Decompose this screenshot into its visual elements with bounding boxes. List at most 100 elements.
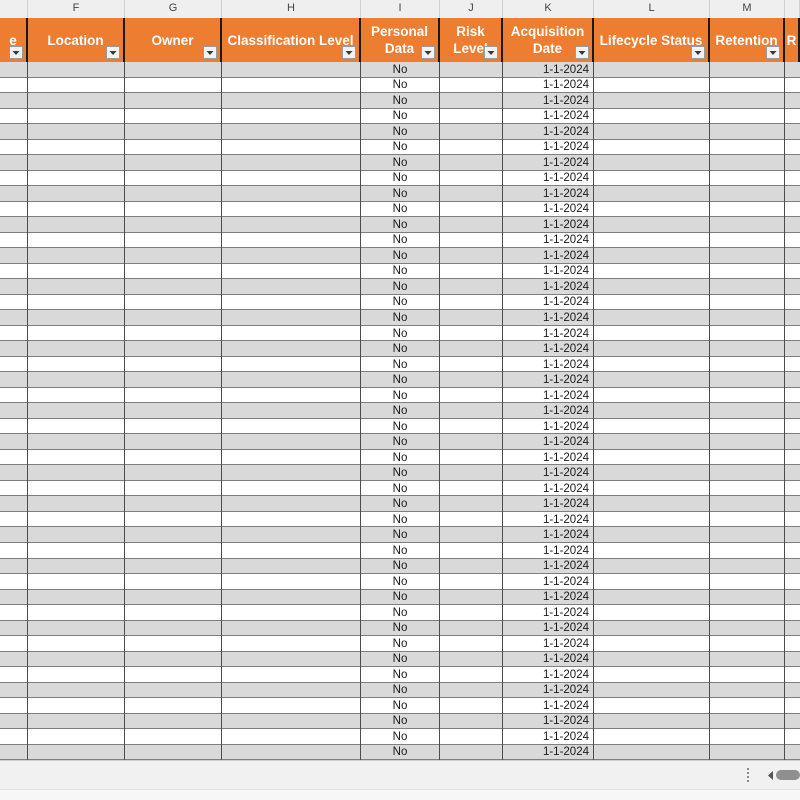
cell-acquisition-date[interactable]: 1-1-2024	[503, 124, 594, 140]
filter-dropdown-icon[interactable]	[575, 46, 589, 59]
cell-owner[interactable]	[125, 387, 222, 404]
cell-risk-level[interactable]	[440, 248, 503, 264]
cell-personal-data[interactable]: No	[361, 139, 440, 156]
horizontal-scrollbar-thumb[interactable]	[776, 770, 800, 780]
cell-risk-level[interactable]	[440, 387, 503, 404]
cell-retention[interactable]	[710, 651, 785, 668]
cell-owner[interactable]	[125, 511, 222, 528]
cell-lifecycle-status[interactable]	[594, 636, 710, 652]
cell-e-partial[interactable]	[0, 201, 28, 218]
table-row[interactable]: No 1-1-2024	[0, 511, 800, 528]
cell-e-partial[interactable]	[0, 449, 28, 466]
cell-lifecycle-status[interactable]	[594, 294, 710, 311]
table-row[interactable]: No 1-1-2024	[0, 403, 800, 419]
cell-acquisition-date[interactable]: 1-1-2024	[503, 294, 594, 311]
cell-r-partial[interactable]	[785, 450, 800, 466]
cell-acquisition-date[interactable]: 1-1-2024	[503, 744, 594, 760]
table-row[interactable]: No 1-1-2024	[0, 170, 800, 187]
cell-retention[interactable]	[710, 341, 785, 357]
cell-lifecycle-status[interactable]	[594, 651, 710, 668]
cell-e-partial[interactable]	[0, 667, 28, 683]
cell-retention[interactable]	[710, 387, 785, 404]
cell-e-partial[interactable]	[0, 217, 28, 233]
cell-acquisition-date[interactable]: 1-1-2024	[503, 480, 594, 497]
cell-owner[interactable]	[125, 418, 222, 435]
filter-dropdown-icon[interactable]	[421, 46, 435, 59]
cell-lifecycle-status[interactable]	[594, 248, 710, 264]
cell-acquisition-date[interactable]: 1-1-2024	[503, 325, 594, 342]
cell-classification-level[interactable]	[222, 713, 361, 730]
table-row[interactable]: No 1-1-2024	[0, 62, 800, 78]
cell-e-partial[interactable]	[0, 263, 28, 280]
cell-risk-level[interactable]	[440, 93, 503, 109]
cell-lifecycle-status[interactable]	[594, 744, 710, 760]
table-row[interactable]: No 1-1-2024	[0, 217, 800, 233]
table-row[interactable]: No 1-1-2024	[0, 480, 800, 497]
cell-location[interactable]	[28, 511, 125, 528]
table-row[interactable]: No 1-1-2024	[0, 263, 800, 280]
cell-location[interactable]	[28, 574, 125, 590]
table-row[interactable]: No 1-1-2024	[0, 356, 800, 373]
cell-owner[interactable]	[125, 279, 222, 295]
cell-e-partial[interactable]	[0, 713, 28, 730]
cell-acquisition-date[interactable]: 1-1-2024	[503, 496, 594, 512]
cell-classification-level[interactable]	[222, 418, 361, 435]
cell-e-partial[interactable]	[0, 418, 28, 435]
cell-owner[interactable]	[125, 155, 222, 171]
cell-classification-level[interactable]	[222, 605, 361, 621]
column-letter-h[interactable]: H	[222, 0, 361, 18]
cell-location[interactable]	[28, 170, 125, 187]
cell-acquisition-date[interactable]: 1-1-2024	[503, 651, 594, 668]
table-row[interactable]: No 1-1-2024	[0, 325, 800, 342]
cell-r-partial[interactable]	[785, 714, 800, 730]
cell-owner[interactable]	[125, 232, 222, 249]
cell-owner[interactable]	[125, 341, 222, 357]
cell-personal-data[interactable]: No	[361, 372, 440, 388]
cell-personal-data[interactable]: No	[361, 651, 440, 668]
cell-classification-level[interactable]	[222, 434, 361, 450]
cell-personal-data[interactable]: No	[361, 418, 440, 435]
cell-e-partial[interactable]	[0, 682, 28, 699]
cell-personal-data[interactable]: No	[361, 325, 440, 342]
cell-owner[interactable]	[125, 682, 222, 699]
cell-retention[interactable]	[710, 480, 785, 497]
cell-e-partial[interactable]	[0, 542, 28, 559]
cell-risk-level[interactable]	[440, 605, 503, 621]
table-row[interactable]: No 1-1-2024	[0, 620, 800, 637]
table-row[interactable]: No 1-1-2024	[0, 574, 800, 590]
cell-risk-level[interactable]	[440, 186, 503, 202]
cell-lifecycle-status[interactable]	[594, 496, 710, 512]
cell-e-partial[interactable]	[0, 170, 28, 187]
cell-location[interactable]	[28, 124, 125, 140]
cell-location[interactable]	[28, 713, 125, 730]
cell-location[interactable]	[28, 636, 125, 652]
header-cell-r-partial[interactable]: R	[785, 18, 800, 62]
cell-classification-level[interactable]	[222, 698, 361, 714]
cell-acquisition-date[interactable]: 1-1-2024	[503, 279, 594, 295]
cell-classification-level[interactable]	[222, 496, 361, 512]
cell-location[interactable]	[28, 744, 125, 760]
cell-owner[interactable]	[125, 667, 222, 683]
cell-r-partial[interactable]	[785, 372, 800, 388]
cell-classification-level[interactable]	[222, 186, 361, 202]
cell-e-partial[interactable]	[0, 744, 28, 760]
cell-acquisition-date[interactable]: 1-1-2024	[503, 155, 594, 171]
cell-acquisition-date[interactable]: 1-1-2024	[503, 387, 594, 404]
cell-personal-data[interactable]: No	[361, 263, 440, 280]
cell-lifecycle-status[interactable]	[594, 372, 710, 388]
cell-location[interactable]	[28, 667, 125, 683]
cell-r-partial[interactable]	[785, 186, 800, 202]
cell-r-partial[interactable]	[785, 140, 800, 156]
cell-r-partial[interactable]	[785, 434, 800, 450]
cell-e-partial[interactable]	[0, 698, 28, 714]
cell-lifecycle-status[interactable]	[594, 263, 710, 280]
cell-location[interactable]	[28, 201, 125, 218]
cell-r-partial[interactable]	[785, 419, 800, 435]
column-letter-l[interactable]: L	[594, 0, 710, 18]
table-row[interactable]: No 1-1-2024	[0, 155, 800, 171]
cell-lifecycle-status[interactable]	[594, 232, 710, 249]
cell-classification-level[interactable]	[222, 325, 361, 342]
table-row[interactable]: No 1-1-2024	[0, 542, 800, 559]
cell-acquisition-date[interactable]: 1-1-2024	[503, 108, 594, 125]
cell-lifecycle-status[interactable]	[594, 201, 710, 218]
